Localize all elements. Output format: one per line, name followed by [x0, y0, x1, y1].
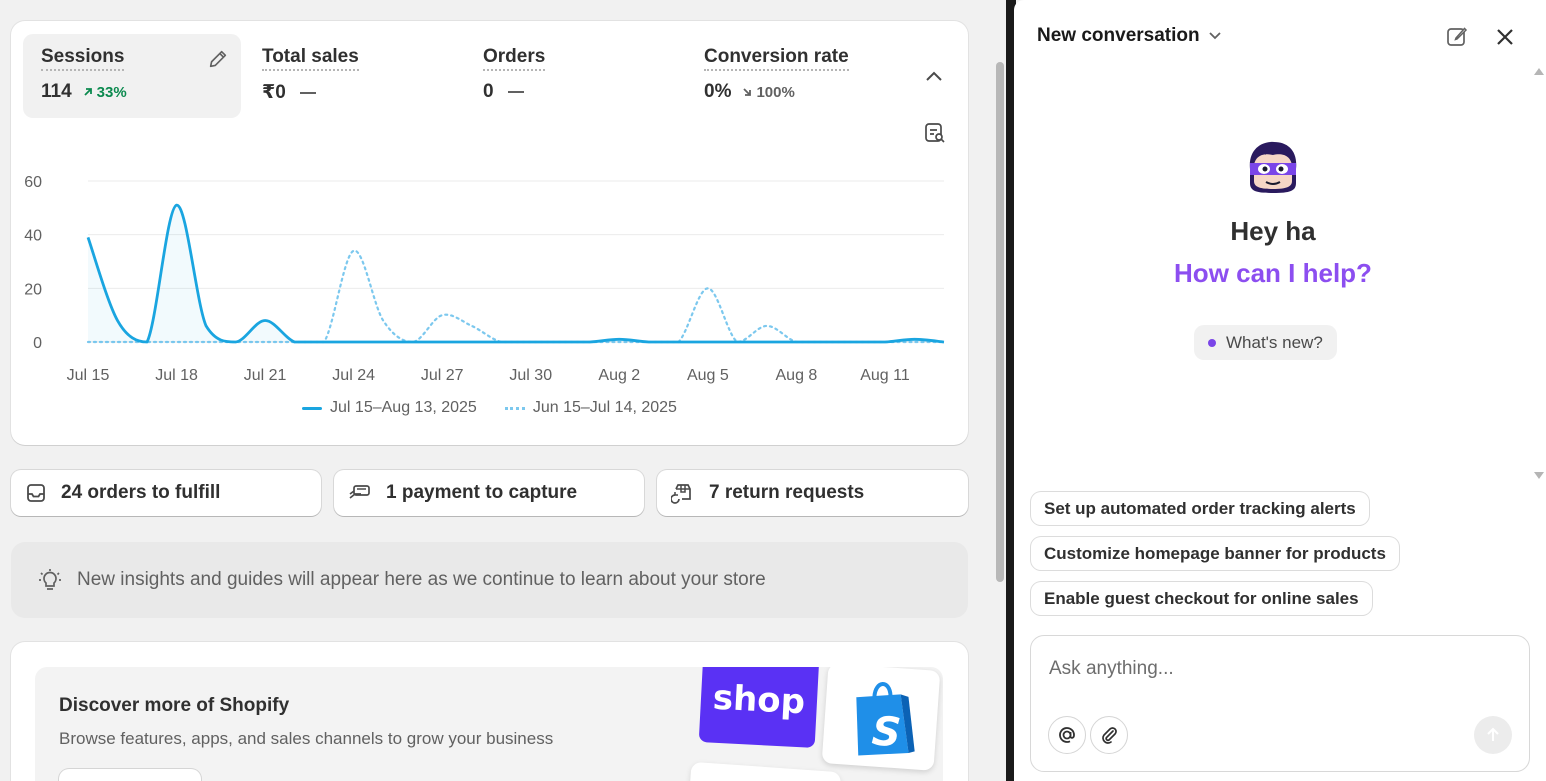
metric-conversion-rate[interactable]: Conversion rate 0% 100%	[686, 34, 896, 118]
metric-change: 33%	[82, 84, 127, 101]
assistant-avatar	[1249, 141, 1297, 193]
close-icon[interactable]	[1493, 25, 1517, 49]
paperclip-icon	[1102, 727, 1117, 744]
sessions-chart: 60 40 20 0 Jul 15 Jul 18 Jul 21 Jul 24 Jul 27 Jul…	[24, 174, 946, 384]
whats-new-button[interactable]: What's new?	[1194, 325, 1337, 360]
suggestion-chip[interactable]: Enable guest checkout for online sales	[1031, 582, 1372, 615]
scroll-down-arrow[interactable]	[1534, 472, 1544, 479]
metric-value: 0%	[704, 81, 732, 102]
new-chat-icon[interactable]	[1445, 25, 1469, 49]
attach-button[interactable]	[1090, 716, 1128, 754]
x-tick-label: Jul 27	[421, 367, 464, 384]
metric-title: Conversion rate	[704, 46, 849, 71]
no-change-dash	[507, 91, 524, 93]
metric-change: 100%	[741, 84, 795, 101]
x-tick-label: Jul 18	[155, 367, 198, 384]
action-label: 1 payment to capture	[386, 482, 578, 503]
legend-current[interactable]: Jul 15–Aug 13, 2025	[302, 399, 477, 417]
scrollbar-thumb[interactable]	[996, 62, 1004, 582]
app-tile	[688, 761, 842, 781]
suggestion-chip[interactable]: Customize homepage banner for products	[1031, 537, 1399, 570]
send-button[interactable]	[1474, 716, 1512, 754]
arrow-up-icon	[1487, 727, 1499, 741]
inbox-icon	[27, 484, 45, 502]
return-requests-button[interactable]: 7 return requests	[657, 470, 968, 516]
y-tick-label: 0	[33, 335, 42, 352]
svg-text:S: S	[870, 708, 902, 756]
scroll-up-arrow[interactable]	[1534, 68, 1544, 75]
y-tick-label: 40	[24, 228, 42, 245]
series-area-current	[88, 205, 944, 342]
x-tick-label: Aug 2	[598, 367, 640, 384]
x-tick-label: Jul 15	[67, 367, 110, 384]
arrow-down-right-icon	[743, 88, 752, 96]
main-content: Sessions 114 33% Total sales ₹0 Orders 0…	[0, 0, 994, 781]
assistant-panel: New conversation Hey ha How can I help? …	[1014, 0, 1546, 781]
payment-icon	[349, 485, 370, 499]
series-line-current	[86, 203, 945, 344]
metric-value: 114	[41, 81, 72, 102]
x-tick-label: Jul 30	[509, 367, 552, 384]
insights-text: New insights and guides will appear here…	[77, 569, 766, 590]
x-tick-label: Aug 8	[776, 367, 818, 384]
ask-input[interactable]	[1049, 658, 1489, 680]
x-tick-label: Jul 21	[244, 367, 287, 384]
orders-to-fulfill-button[interactable]: 24 orders to fulfill	[11, 470, 321, 516]
whats-new-label: What's new?	[1226, 332, 1323, 352]
arrow-up-right-icon	[84, 88, 92, 96]
pencil-icon[interactable]	[207, 48, 229, 70]
status-dot	[1208, 338, 1216, 347]
discover-subtitle: Browse features, apps, and sales channel…	[59, 729, 554, 748]
discover-panel: Discover more of Shopify Browse features…	[35, 667, 943, 781]
message-composer	[1030, 635, 1530, 772]
chevron-up-icon[interactable]	[924, 68, 944, 84]
report-search-icon[interactable]	[924, 122, 946, 144]
metric-title: Sessions	[41, 46, 125, 71]
metric-orders[interactable]: Orders 0	[465, 34, 675, 118]
metric-title: Total sales	[262, 46, 359, 71]
x-tick-label: Aug 11	[860, 367, 910, 384]
metric-title: Orders	[483, 46, 546, 71]
x-tick-label: Jul 24	[332, 367, 375, 384]
discover-button[interactable]	[59, 769, 201, 781]
greeting-text: Hey ha	[1230, 216, 1316, 246]
lightbulb-icon	[39, 569, 61, 590]
insights-banner: New insights and guides will appear here…	[11, 542, 968, 618]
shopify-bag-logo: S	[821, 667, 941, 771]
y-tick-label: 60	[24, 174, 42, 191]
chevron-down-icon	[1208, 32, 1221, 40]
x-tick-label: Aug 5	[687, 367, 729, 384]
no-change-dash	[299, 91, 316, 94]
y-tick-label: 20	[24, 281, 42, 298]
action-label: 24 orders to fulfill	[61, 482, 221, 503]
metric-sessions[interactable]: Sessions 114 33%	[23, 34, 241, 118]
metric-value: 0	[483, 81, 494, 102]
conversation-dropdown[interactable]: New conversation	[1037, 25, 1222, 47]
return-icon	[671, 484, 691, 504]
discover-title: Discover more of Shopify	[59, 695, 290, 716]
payment-to-capture-button[interactable]: 1 payment to capture	[334, 470, 644, 516]
series-line-previous	[86, 249, 946, 344]
action-label: 7 return requests	[709, 482, 865, 503]
help-prompt: How can I help?	[1174, 258, 1372, 288]
analytics-card: Sessions 114 33% Total sales ₹0 Orders 0…	[11, 21, 968, 445]
suggestion-chip[interactable]: Set up automated order tracking alerts	[1031, 492, 1369, 525]
legend-previous[interactable]: Jun 15–Jul 14, 2025	[504, 399, 677, 417]
chart-legend: Jul 15–Aug 13, 2025 Jun 15–Jul 14, 2025	[11, 399, 968, 417]
at-sign-icon	[1059, 727, 1075, 743]
discover-card: Discover more of Shopify Browse features…	[11, 642, 968, 781]
metric-value: ₹0	[262, 82, 286, 103]
mention-button[interactable]	[1048, 716, 1086, 754]
panel-title: New conversation	[1037, 25, 1200, 46]
shop-logo: shop	[698, 667, 820, 748]
metric-total-sales[interactable]: Total sales ₹0	[244, 34, 454, 118]
shopify-bag-icon: S	[856, 682, 915, 756]
